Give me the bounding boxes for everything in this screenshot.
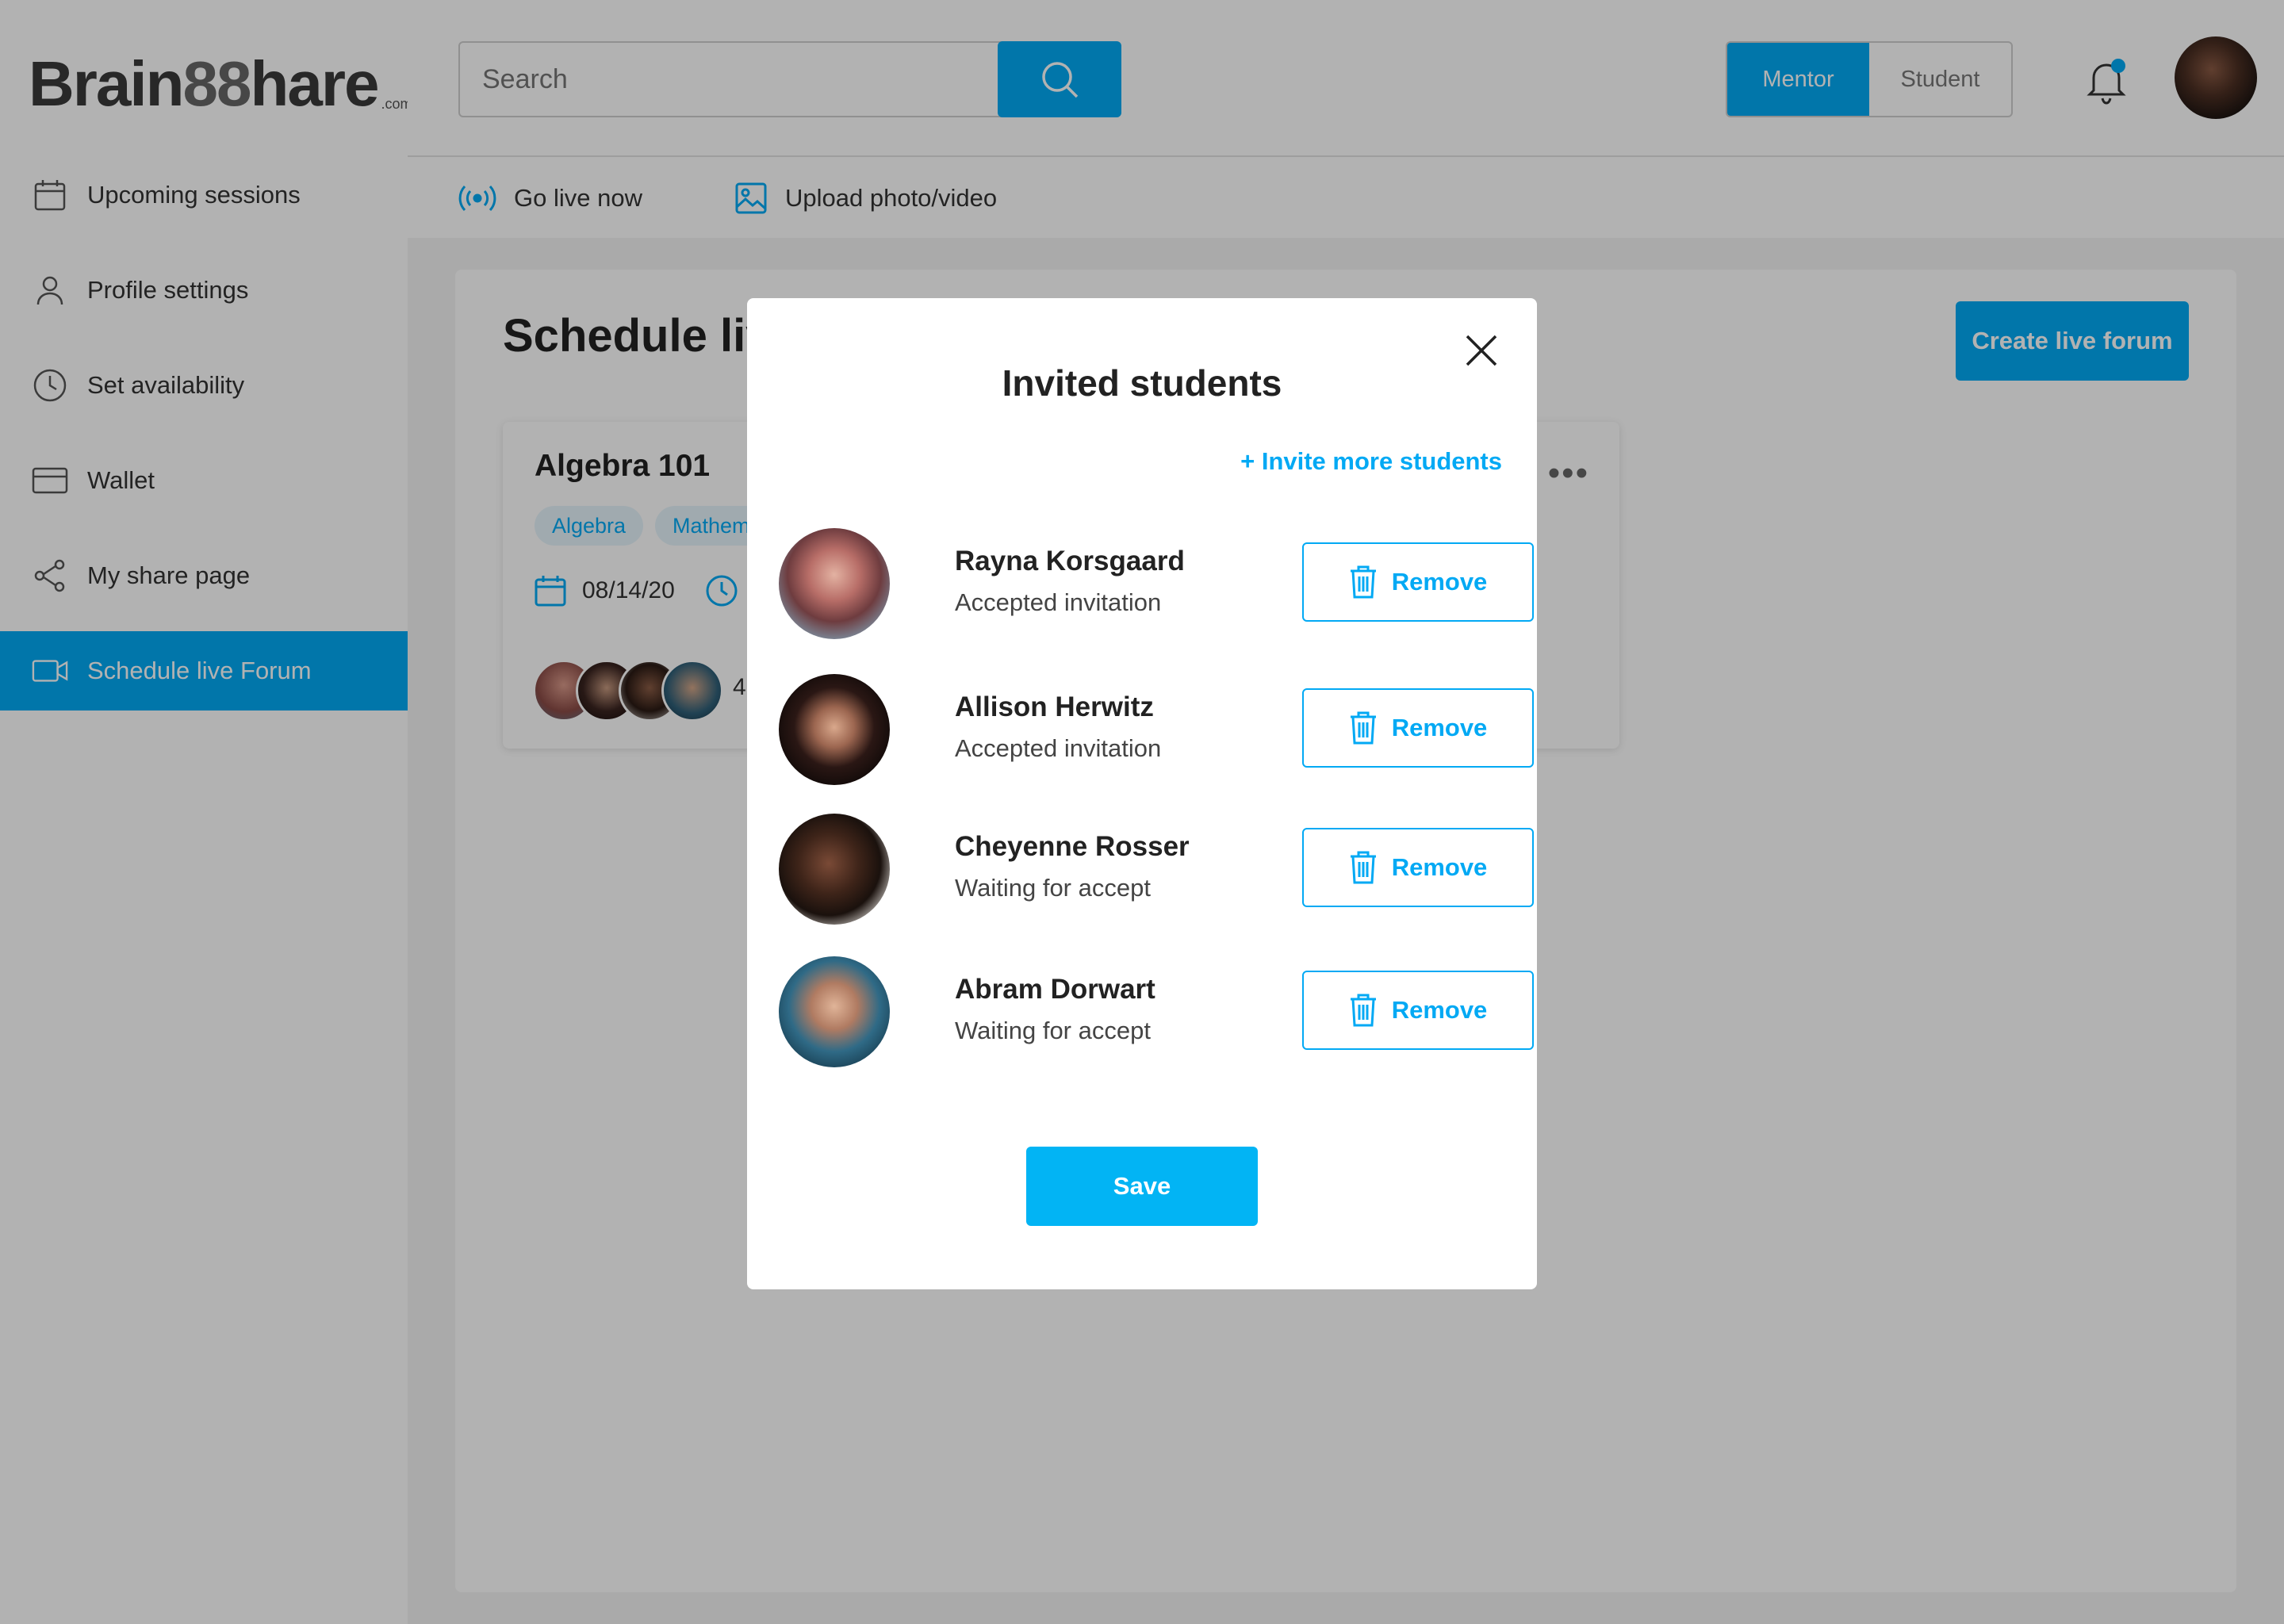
student-name: Abram Dorwart (955, 974, 1155, 1005)
remove-label: Remove (1391, 714, 1488, 741)
remove-button[interactable]: Remove (1302, 688, 1534, 768)
student-row: Rayna Korsgaard Accepted invitation Remo… (779, 528, 1534, 639)
student-name: Rayna Korsgaard (955, 546, 1185, 576)
trash-icon (1349, 565, 1378, 599)
avatar (779, 814, 890, 925)
modal-title: Invited students (1002, 362, 1282, 404)
avatar (779, 674, 890, 785)
student-status: Waiting for accept (955, 1017, 1151, 1044)
avatar (779, 528, 890, 639)
save-button[interactable]: Save (1026, 1147, 1258, 1226)
student-row: Cheyenne Rosser Waiting for accept Remov… (779, 814, 1534, 925)
invite-more-students-link[interactable]: + Invite more students (1240, 447, 1502, 476)
student-row: Allison Herwitz Accepted invitation Remo… (779, 674, 1534, 785)
remove-label: Remove (1391, 996, 1488, 1024)
remove-button[interactable]: Remove (1302, 971, 1534, 1050)
invited-students-modal: Invited students + Invite more students … (747, 298, 1537, 1289)
remove-button[interactable]: Remove (1302, 828, 1534, 907)
trash-icon (1349, 993, 1378, 1028)
remove-label: Remove (1391, 853, 1488, 881)
remove-button[interactable]: Remove (1302, 542, 1534, 622)
student-row: Abram Dorwart Waiting for accept Remove (779, 956, 1534, 1067)
remove-label: Remove (1391, 568, 1488, 596)
student-status: Accepted invitation (955, 588, 1162, 616)
avatar (779, 956, 890, 1067)
student-name: Cheyenne Rosser (955, 831, 1190, 862)
trash-icon (1349, 850, 1378, 885)
trash-icon (1349, 710, 1378, 745)
student-status: Accepted invitation (955, 734, 1162, 762)
student-name: Allison Herwitz (955, 691, 1154, 722)
student-status: Waiting for accept (955, 874, 1151, 902)
